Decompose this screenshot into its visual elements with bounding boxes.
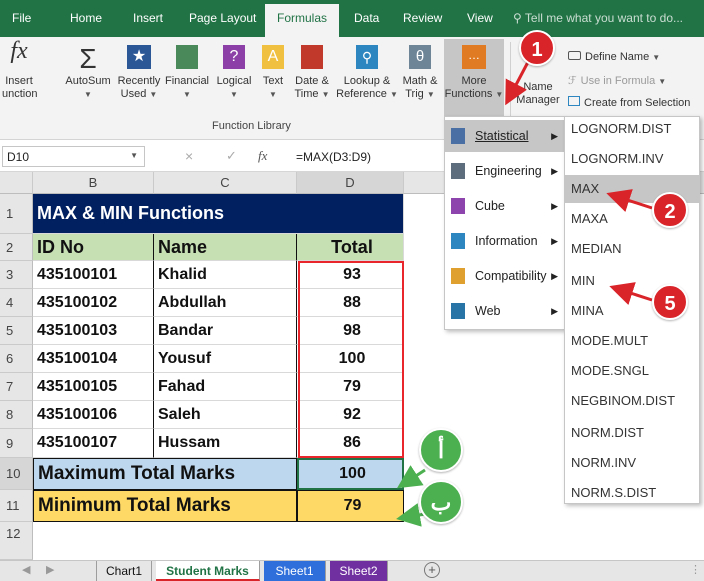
tab-chart1[interactable]: Chart1 — [96, 561, 152, 581]
add-sheet-icon[interactable]: + — [424, 562, 440, 578]
annotation-arrows — [396, 61, 653, 527]
scroll-left-icon[interactable]: ◀ — [22, 563, 30, 576]
step-badge-alef: أ — [419, 428, 463, 472]
arrow-alef — [396, 465, 426, 489]
scroll-right-icon[interactable]: ▶ — [46, 563, 54, 576]
arrow-5 — [609, 282, 653, 305]
excel-window: File Home Insert Page Layout Formulas Da… — [0, 0, 704, 581]
step-badge-ba: ب — [419, 480, 463, 524]
tab-sheet1[interactable]: Sheet1 — [264, 561, 326, 581]
tab-student-marks[interactable]: Student Marks — [156, 561, 260, 581]
more-options-icon[interactable]: ⋮ — [690, 563, 701, 576]
tab-sheet2[interactable]: Sheet2 — [330, 561, 388, 581]
step-badge-1: 1 — [519, 30, 555, 66]
step-badge-2: 2 — [652, 192, 688, 228]
arrow-2 — [606, 189, 653, 212]
arrow-ba — [396, 503, 426, 527]
step-badge-5: 5 — [652, 284, 688, 320]
sheet-tab-bar: ◀ ▶ Chart1 Student Marks Sheet1 Sheet2 +… — [0, 560, 704, 581]
arrow-1 — [505, 61, 530, 106]
